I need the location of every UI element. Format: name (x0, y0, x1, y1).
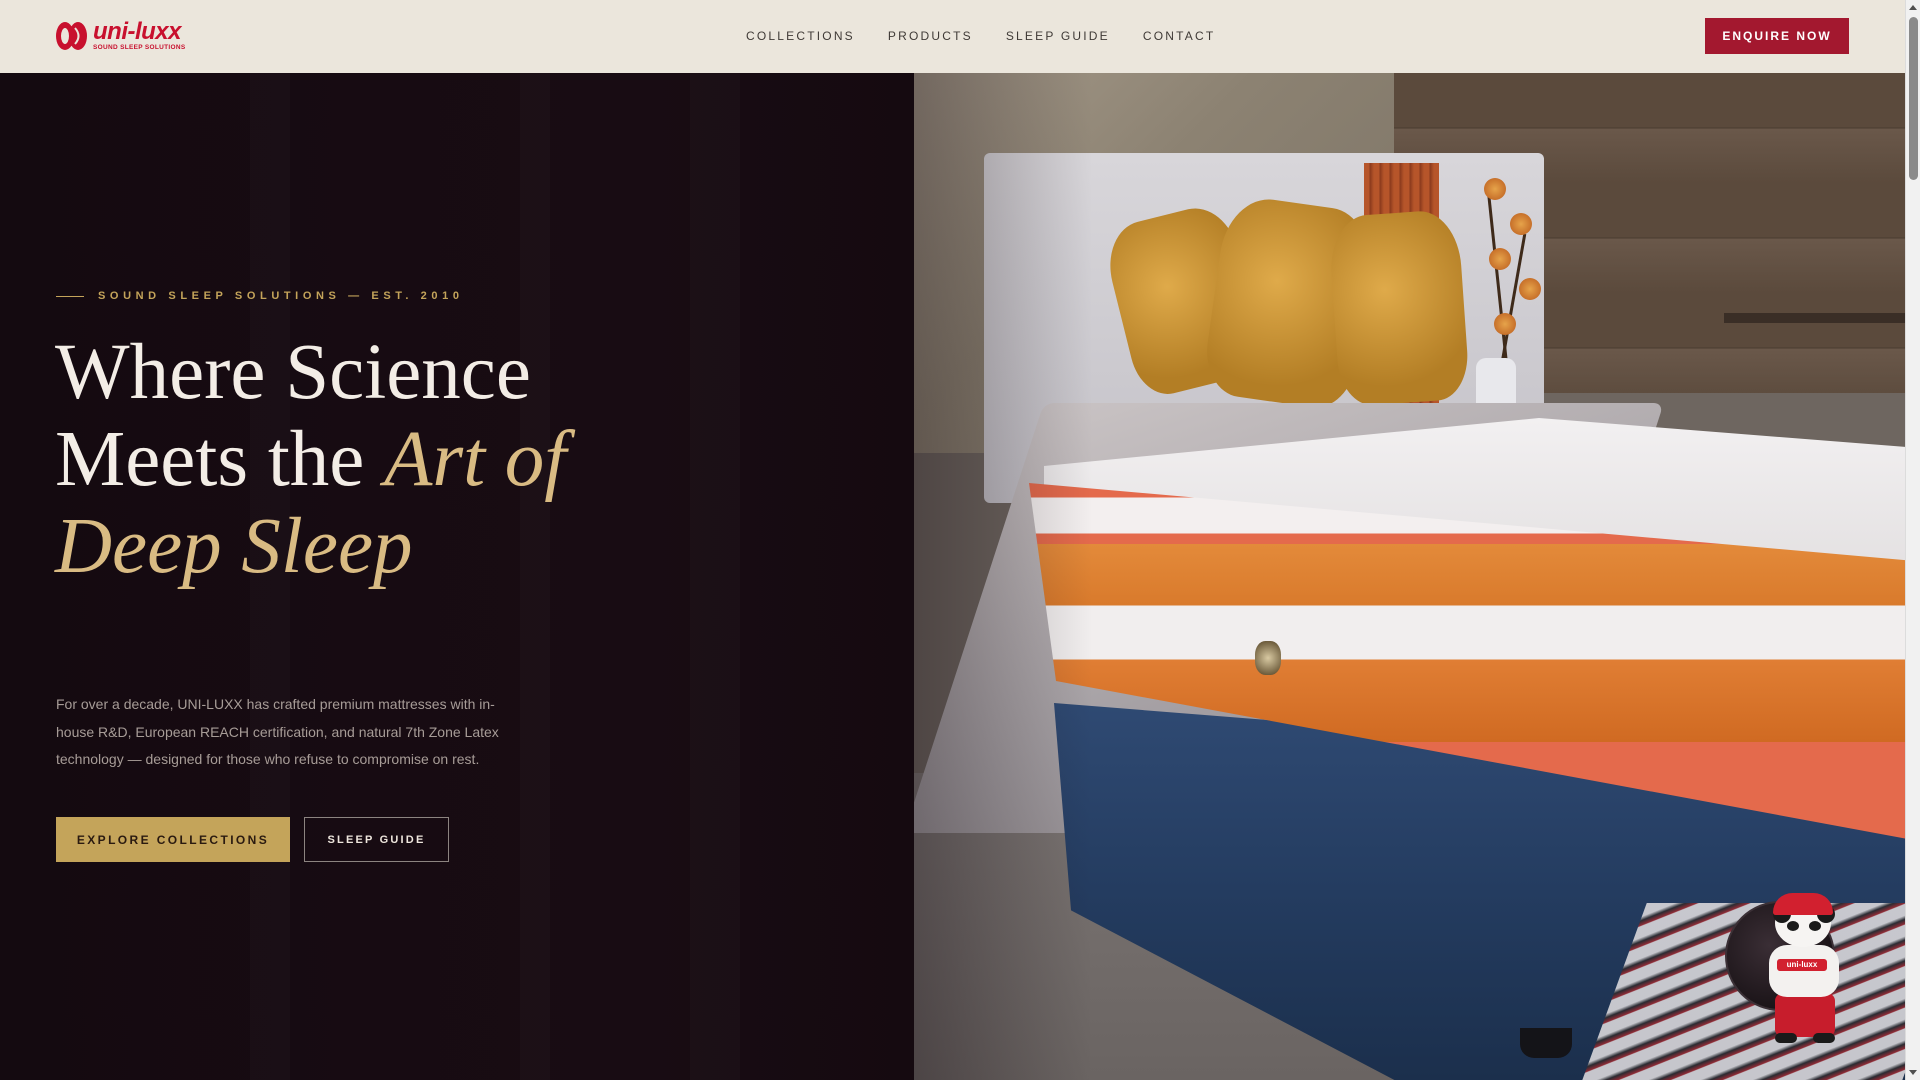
explore-collections-button[interactable]: EXPLORE COLLECTIONS (56, 817, 290, 862)
page-scrollbar[interactable] (1905, 0, 1920, 1080)
headline-line-2-plain: Meets the (55, 416, 385, 503)
logo-wordmark: uni-luxx (93, 18, 182, 46)
mascot-shirt-text: uni-luxx (1786, 960, 1818, 969)
hero-content: SOUND SLEEP SOLUTIONS — EST. 2010 Where … (0, 73, 914, 1080)
hero-description: For over a decade, UNI-LUXX has crafted … (56, 696, 499, 767)
mascot-eye (1809, 921, 1821, 931)
mascot-foot (1813, 1033, 1835, 1043)
nav-item-sleep-guide[interactable]: SLEEP GUIDE (1006, 29, 1110, 43)
scroll-up-icon[interactable] (1909, 5, 1917, 10)
mascot-shirt-logo: uni-luxx (1777, 959, 1827, 971)
logo-tagline: SOUND SLEEP SOLUTIONS (93, 44, 186, 52)
background-texture (690, 73, 740, 1080)
eyebrow-divider (56, 295, 84, 297)
headline-line-2-accent: Art of (384, 416, 567, 503)
hero-headline: Where Science Meets the Art of Deep Slee… (55, 329, 675, 590)
enquire-now-button[interactable]: ENQUIRE NOW (1705, 18, 1849, 54)
hero-eyebrow-text: SOUND SLEEP SOLUTIONS — EST. 2010 (98, 290, 464, 302)
nav-item-collections[interactable]: COLLECTIONS (746, 29, 855, 43)
mascot-eye (1787, 921, 1799, 931)
nav-item-contact[interactable]: CONTACT (1143, 29, 1216, 43)
brand-logo[interactable]: uni-luxx SOUND SLEEP SOLUTIONS (55, 18, 200, 54)
headline-line-1: Where Science (55, 329, 531, 416)
scroll-thumb[interactable] (1909, 17, 1918, 180)
headline-line-3-accent: Deep Sleep (55, 503, 413, 590)
nav-item-products[interactable]: PRODUCTS (888, 29, 973, 43)
sleep-guide-button[interactable]: SLEEP GUIDE (304, 817, 449, 862)
chat-mascot-icon[interactable]: uni-luxx (1725, 893, 1875, 1053)
mascot-cap (1773, 893, 1833, 915)
hero-eyebrow: SOUND SLEEP SOLUTIONS — EST. 2010 (56, 290, 464, 302)
site-header: uni-luxx SOUND SLEEP SOLUTIONS COLLECTIO… (0, 0, 1905, 73)
logo-text: uni-luxx SOUND SLEEP SOLUTIONS (93, 20, 186, 52)
mascot-pants (1775, 993, 1835, 1037)
logo-mark-icon (55, 19, 89, 53)
scroll-down-icon[interactable] (1909, 1070, 1917, 1075)
main-nav: COLLECTIONS PRODUCTS SLEEP GUIDE CONTACT (746, 29, 1248, 43)
mascot-body (1769, 945, 1839, 997)
mascot-foot (1775, 1033, 1797, 1043)
